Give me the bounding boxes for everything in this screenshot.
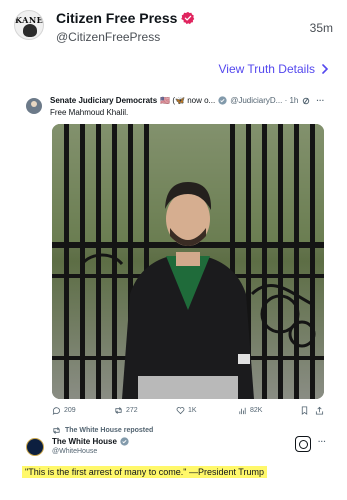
- white-house-name[interactable]: The White House: [52, 437, 117, 446]
- timestamp: 35m: [309, 21, 333, 35]
- view-truth-details-label: View Truth Details: [218, 62, 316, 76]
- grok-icon[interactable]: [302, 97, 310, 105]
- white-house-handle: @WhiteHouse: [52, 448, 98, 455]
- embedded-tweet-header: Senate Judiciary Democrats 🇺🇸 (🦋 now o..…: [24, 96, 326, 120]
- bookmark-icon[interactable]: [300, 406, 309, 415]
- display-name[interactable]: Citizen Free Press: [56, 10, 177, 26]
- tweet-photo[interactable]: [52, 124, 324, 399]
- white-house-avatar[interactable]: [26, 438, 44, 456]
- share-icon[interactable]: [315, 406, 324, 415]
- post-header: KANE Citizen Free Press @CitizenFreePres…: [0, 0, 347, 52]
- repost-icon: [115, 407, 122, 414]
- avatar-face: [23, 24, 37, 37]
- tweet-action-bar: 209 272 1K 82K: [52, 406, 324, 418]
- embedded-tweet-meta: Senate Judiciary Democrats 🇺🇸 (🦋 now o..…: [50, 96, 324, 105]
- views-action[interactable]: 82K: [238, 406, 262, 415]
- reply-count: 209: [64, 407, 76, 414]
- repost-attribution: The White House reposted: [52, 426, 153, 435]
- highlighted-quote: "This is the first arrest of many to com…: [22, 466, 267, 478]
- grok-button[interactable]: [295, 436, 311, 452]
- more-options-icon[interactable]: ···: [316, 96, 324, 105]
- name-row: Citizen Free Press: [56, 10, 195, 26]
- avatar[interactable]: KANE: [14, 10, 44, 40]
- heart-icon: [176, 407, 185, 415]
- more-options-icon[interactable]: ···: [318, 437, 326, 446]
- view-truth-details-link[interactable]: View Truth Details: [219, 62, 330, 76]
- verified-badge-icon: [218, 96, 227, 105]
- embedded-tweet-author-suffix: 🇺🇸 (🦋 now o...: [160, 96, 216, 105]
- white-house-name-row: The White House: [52, 437, 129, 446]
- chevron-right-icon: [322, 64, 329, 74]
- reply-icon: [52, 407, 61, 415]
- like-action[interactable]: 1K: [176, 406, 197, 415]
- like-count: 1K: [188, 407, 197, 414]
- view-count: 82K: [250, 407, 263, 414]
- repost-count: 272: [126, 407, 138, 414]
- embedded-tweet-handle-time: @JudiciaryD... · 1h: [230, 96, 299, 105]
- repost-action[interactable]: 272: [114, 406, 138, 415]
- repost-icon: [53, 427, 60, 434]
- handle: @CitizenFreePress: [56, 30, 161, 44]
- views-icon: [239, 407, 246, 415]
- repost-attribution-text: The White House reposted: [65, 427, 154, 434]
- reply-action[interactable]: 209: [52, 406, 76, 415]
- verified-badge-icon: [181, 11, 195, 25]
- embedded-tweet-author[interactable]: Senate Judiciary Democrats: [50, 96, 157, 105]
- photo-illustration: [52, 124, 324, 399]
- embedded-screenshot[interactable]: Senate Judiciary Democrats 🇺🇸 (🦋 now o..…: [16, 88, 334, 498]
- embedded-tweet-text: Free Mahmoud Khalil.: [50, 108, 129, 117]
- verified-badge-icon: [120, 437, 129, 446]
- senate-judiciary-avatar[interactable]: [26, 98, 42, 114]
